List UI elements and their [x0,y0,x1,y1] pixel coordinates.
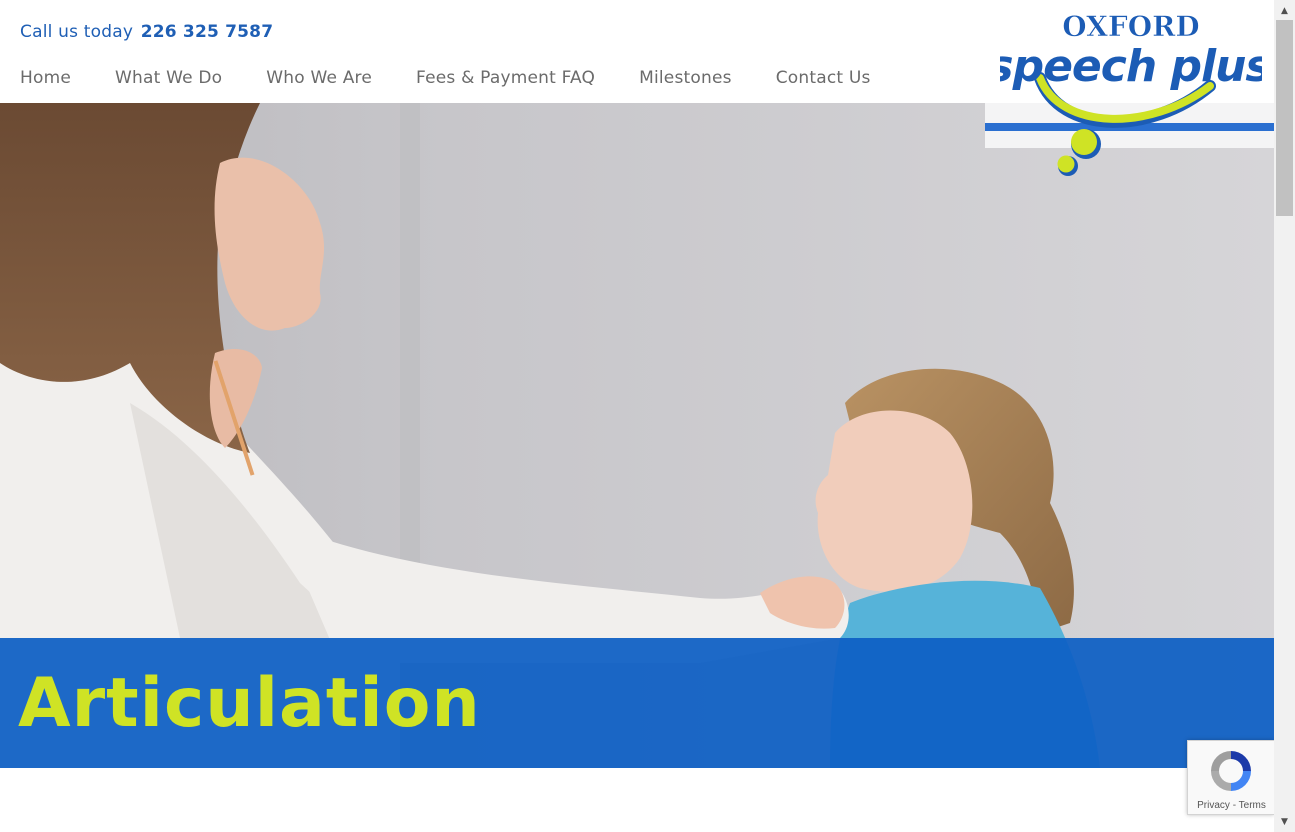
nav-item-home[interactable]: Home [20,68,71,88]
site-logo[interactable]: OXFORD speech plus [1000,6,1262,184]
page-title-banner: Articulation [0,638,1274,768]
call-us-label: Call us today [20,22,134,42]
nav-item-milestones[interactable]: Milestones [639,68,732,88]
page-title: Articulation [18,664,481,743]
call-us-text: Call us today 226 325 7587 [20,22,273,42]
page: Articulation Call us today 226 325 7587 … [0,0,1274,832]
recaptcha-icon [1211,751,1251,791]
scroll-up-icon[interactable]: ▲ [1274,2,1295,19]
recaptcha-separator: - [1229,800,1239,811]
phone-number-link[interactable]: 226 325 7587 [141,22,274,42]
recaptcha-privacy-link[interactable]: Privacy [1197,800,1230,811]
logo-speech-plus-text: speech plus [1000,41,1262,92]
nav-item-who-we-are[interactable]: Who We Are [266,68,372,88]
scrollbar-thumb[interactable] [1276,20,1293,216]
vertical-scrollbar[interactable]: ▲ ▼ [1274,0,1295,832]
hero-section: Articulation [0,103,1274,768]
nav-item-fees-payment-faq[interactable]: Fees & Payment FAQ [416,68,595,88]
main-nav: Home What We Do Who We Are Fees & Paymen… [20,68,915,88]
recaptcha-links: Privacy - Terms [1188,800,1274,811]
nav-item-contact-us[interactable]: Contact Us [776,68,871,88]
scroll-down-icon[interactable]: ▼ [1274,813,1295,830]
logo-oxford-text: OXFORD [1062,10,1199,43]
recaptcha-terms-link[interactable]: Terms [1239,800,1266,811]
nav-item-what-we-do[interactable]: What We Do [115,68,222,88]
recaptcha-badge[interactable]: Privacy - Terms [1187,740,1274,815]
